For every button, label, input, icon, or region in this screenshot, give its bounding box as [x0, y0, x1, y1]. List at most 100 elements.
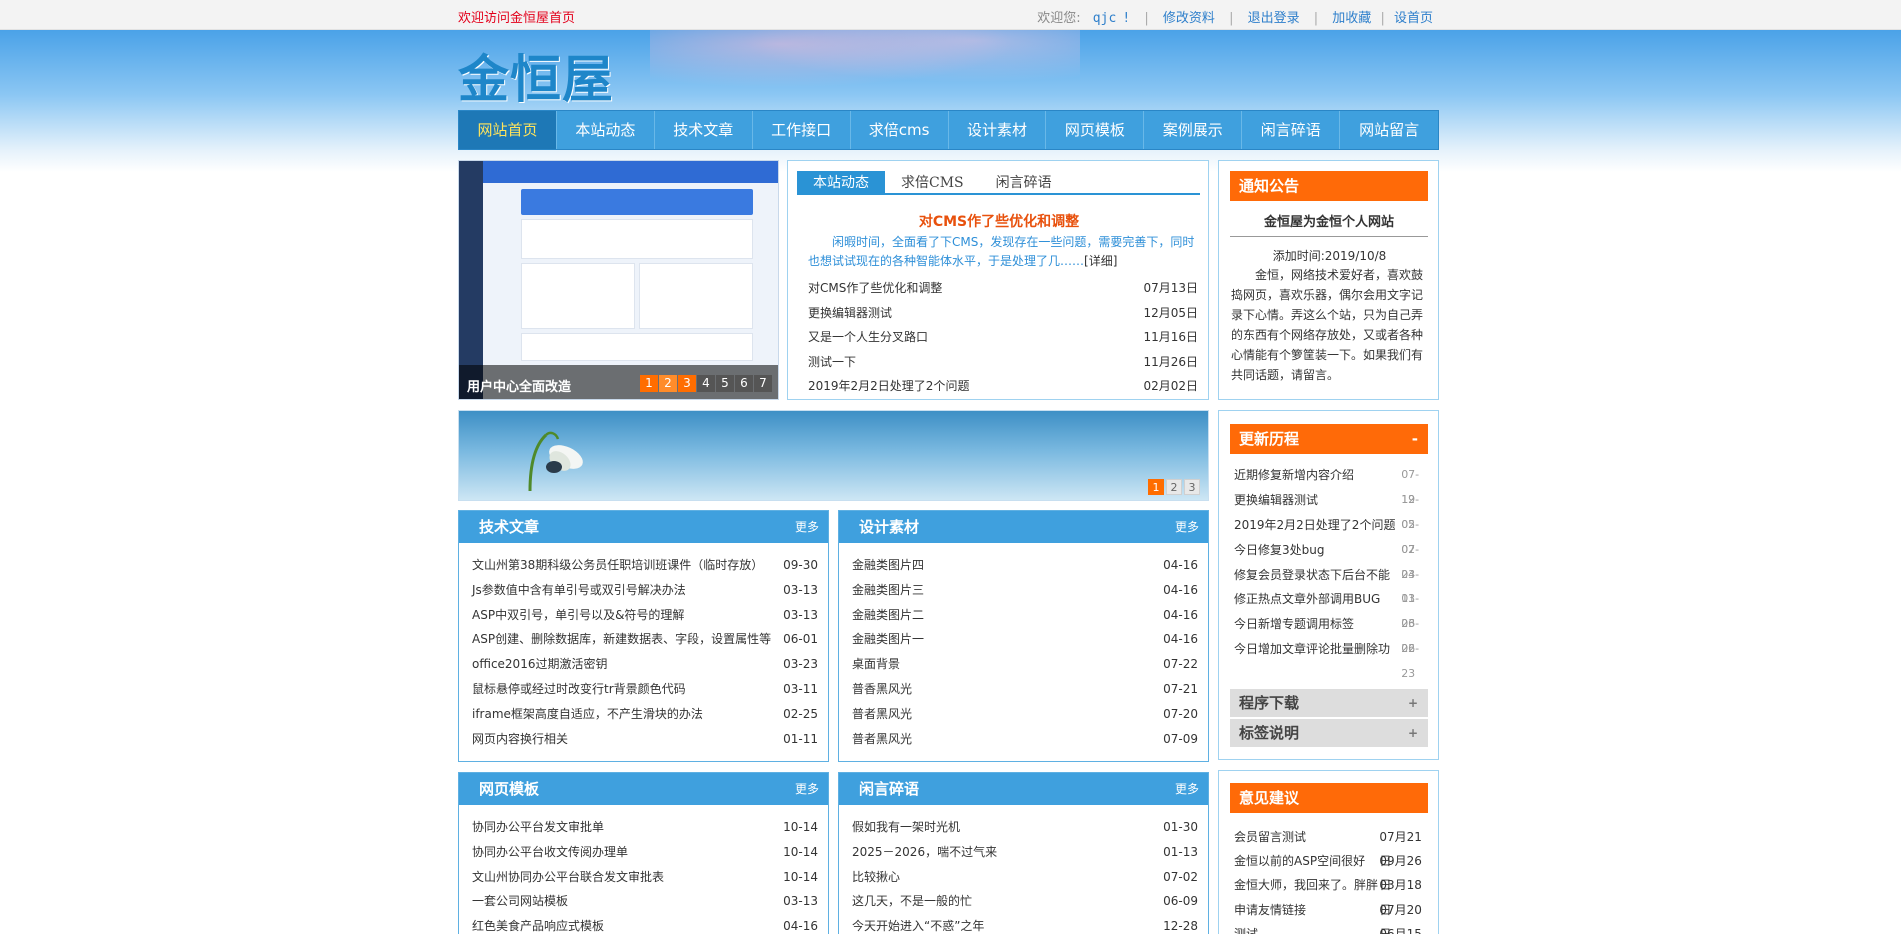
item-title[interactable]: 2019年2月2日处理了2个问题 [808, 374, 969, 399]
item-title[interactable]: 文山州第38期科级公务员任职培训班课件（临时存放） [472, 553, 763, 578]
list-item[interactable]: 测试06月15日 [1234, 922, 1433, 934]
collapse-toggle[interactable]: - [1412, 424, 1418, 454]
item-title[interactable]: 又是一个人生分叉路口 [808, 325, 928, 350]
list-item[interactable]: 一套公司网站模板 03-13 [472, 889, 818, 914]
list-item[interactable]: 这几天，不是一般的忙 06-09 [852, 889, 1198, 914]
list-item[interactable]: 测试一下 11月26日 [808, 350, 1198, 375]
list-item[interactable]: 更换编辑器测试 12月05日 [808, 301, 1198, 326]
item-title[interactable]: 金融类图片一 [852, 627, 924, 652]
featured-slider[interactable]: 用户中心全面改造 1 2 3 4 5 6 7 [458, 160, 779, 400]
item-title[interactable]: 桌面背景 [852, 652, 900, 677]
item-title[interactable]: office2016过期激活密钥 [472, 652, 607, 677]
item-title[interactable]: 金融类图片三 [852, 578, 924, 603]
list-item[interactable]: 今日增加文章评论批量删除功 02-23 [1234, 637, 1433, 680]
logout-link[interactable]: 退出登录 [1248, 7, 1300, 26]
more-link[interactable]: 更多 [1175, 773, 1199, 805]
list-item[interactable]: ASP创建、删除数据库，新建数据表、字段，设置属性等 06-01 [472, 627, 818, 652]
nav-item-news[interactable]: 本站动态 [557, 111, 655, 149]
list-item[interactable]: 红色美食产品响应式模板 04-16 [472, 914, 818, 934]
list-item[interactable]: 金融类图片一 04-16 [852, 627, 1198, 652]
list-item[interactable]: 文山州第38期科级公务员任职培训班课件（临时存放） 09-30 [472, 553, 818, 578]
item-title[interactable]: 文山州协同办公平台联合发文审批表 [472, 865, 664, 890]
item-title[interactable]: 今日修复3处bug [1234, 538, 1401, 563]
username[interactable]: qjc [1093, 11, 1116, 26]
list-item[interactable]: 假如我有一架时光机 01-30 [852, 815, 1198, 840]
list-item[interactable]: 会员留言测试 07月21日 [1234, 825, 1433, 868]
item-title[interactable]: 今天开始进入“不惑”之年 [852, 914, 984, 934]
list-item[interactable]: 今日新增专题调用标签 03-26 [1234, 612, 1433, 655]
update-history-title[interactable]: 更新历程 - [1230, 424, 1428, 454]
item-title[interactable]: 协同办公平台发文审批单 [472, 815, 604, 840]
item-title[interactable]: 测试 [1234, 922, 1379, 934]
list-item[interactable]: 协同办公平台收文传阅办理单 10-14 [472, 840, 818, 865]
list-item[interactable]: 今天开始进入“不惑”之年 12-28 [852, 914, 1198, 934]
item-title[interactable]: 金恒以前的ASP空间很好 [1234, 849, 1379, 873]
list-item[interactable]: 对CMS作了些优化和调整 07月13日 [808, 276, 1198, 301]
banner-dot[interactable]: 3 [1184, 479, 1200, 495]
slide-dot[interactable]: 5 [716, 375, 734, 392]
list-item[interactable]: 金融类图片二 04-16 [852, 603, 1198, 628]
list-item[interactable]: 金融类图片三 04-16 [852, 578, 1198, 603]
list-item[interactable]: 普者黑风光 07-20 [852, 702, 1198, 727]
more-link[interactable]: 更多 [795, 511, 819, 543]
banner-dot[interactable]: 2 [1166, 479, 1182, 495]
item-title[interactable]: 更换编辑器测试 [808, 301, 892, 326]
slide-dot[interactable]: 6 [735, 375, 753, 392]
item-title[interactable]: 测试一下 [808, 350, 856, 375]
item-title[interactable]: 近期修复新增内容介绍 [1234, 463, 1401, 488]
list-item[interactable]: 2019年2月2日处理了2个问题 02-02 [1234, 513, 1433, 556]
list-item[interactable]: 金融类图片四 04-16 [852, 553, 1198, 578]
item-title[interactable]: iframe框架高度自适应，不产生滑块的办法 [472, 702, 703, 727]
tab-site-news[interactable]: 本站动态 [797, 171, 885, 195]
item-title[interactable]: 会员留言测试 [1234, 825, 1379, 849]
more-link[interactable]: 更多 [1175, 511, 1199, 543]
nav-item-cases[interactable]: 案例展示 [1144, 111, 1243, 149]
item-title[interactable]: 金融类图片四 [852, 553, 924, 578]
list-item[interactable]: 桌面背景 07-22 [852, 652, 1198, 677]
banner-dot[interactable]: 1 [1148, 479, 1164, 495]
list-item[interactable]: Js参数值中含有单引号或双引号解决办法 03-13 [472, 578, 818, 603]
item-title[interactable]: 修正热点文章外部调用BUG [1234, 587, 1401, 612]
slide-dot[interactable]: 7 [754, 375, 772, 392]
list-item[interactable]: 2025－2026，喘不过气来 01-13 [852, 840, 1198, 865]
item-title[interactable]: 对CMS作了些优化和调整 [808, 276, 942, 301]
item-title[interactable]: 假如我有一架时光机 [852, 815, 960, 840]
slide-caption[interactable]: 用户中心全面改造 [467, 376, 571, 395]
list-item[interactable]: 申请友情链接 07月20日 [1234, 898, 1433, 934]
item-title[interactable]: 今日新增专题调用标签 [1234, 612, 1401, 637]
list-item[interactable]: 更换编辑器测试 12-05 [1234, 488, 1433, 531]
item-title[interactable]: 修复会员登录状态下后台不能 [1234, 563, 1401, 588]
list-item[interactable]: 金恒大师，我回来了。胖胖 03月18日 [1234, 873, 1433, 916]
list-item[interactable]: 修复会员登录状态下后台不能 04-11 [1234, 563, 1433, 606]
list-item[interactable]: 修正热点文章外部调用BUG 03-26 [1234, 587, 1433, 630]
list-item[interactable]: 金恒以前的ASP空间很好 09月26日 [1234, 849, 1433, 892]
item-title[interactable]: ASP创建、删除数据库，新建数据表、字段，设置属性等 [472, 627, 771, 652]
list-item[interactable]: 普者黑风光 07-09 [852, 727, 1198, 752]
slide-dot[interactable]: 4 [697, 375, 715, 392]
slide-dot[interactable]: 2 [659, 375, 677, 392]
item-title[interactable]: 金融类图片二 [852, 603, 924, 628]
item-title[interactable]: Js参数值中含有单引号或双引号解决办法 [472, 578, 686, 603]
download-section-header[interactable]: 程序下载 + [1230, 689, 1428, 717]
item-title[interactable]: 网页内容换行相关 [472, 727, 568, 752]
list-item[interactable]: 鼠标悬停或经过时改变行tr背景颜色代码 03-11 [472, 677, 818, 702]
item-title[interactable]: 红色美食产品响应式模板 [472, 914, 604, 934]
slide-dot[interactable]: 1 [640, 375, 658, 392]
set-homepage-link[interactable]: 设首页 [1394, 7, 1433, 26]
more-link[interactable]: 更多 [795, 773, 819, 805]
list-item[interactable]: 比较揪心 07-02 [852, 865, 1198, 890]
list-item[interactable]: 协同办公平台发文审批单 10-14 [472, 815, 818, 840]
item-title[interactable]: 普者黑风光 [852, 702, 912, 727]
nav-item-cms[interactable]: 求倍cms [851, 111, 949, 149]
nav-item-templates[interactable]: 网页模板 [1046, 111, 1145, 149]
site-logo[interactable]: 金恒屋 [458, 38, 614, 112]
list-item[interactable]: ASP中双引号，单引号以及&符号的理解 03-13 [472, 603, 818, 628]
item-title[interactable]: 一套公司网站模板 [472, 889, 568, 914]
list-item[interactable]: 近期修复新增内容介绍 07-19 [1234, 463, 1433, 506]
item-title[interactable]: 鼠标悬停或经过时改变行tr背景颜色代码 [472, 677, 686, 702]
item-title[interactable]: 比较揪心 [852, 865, 900, 890]
tags-section-header[interactable]: 标签说明 + [1230, 719, 1428, 747]
list-item[interactable]: 文山州协同办公平台联合发文审批表 10-14 [472, 865, 818, 890]
nav-item-chat[interactable]: 闲言碎语 [1242, 111, 1341, 149]
list-item[interactable]: iframe框架高度自适应，不产生滑块的办法 02-25 [472, 702, 818, 727]
